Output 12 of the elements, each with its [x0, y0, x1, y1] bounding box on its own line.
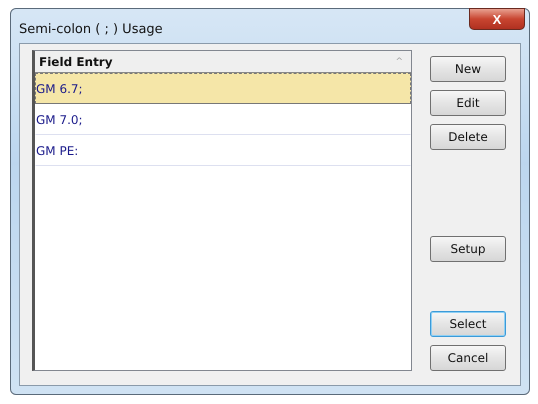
dialog-button[interactable]: Delete — [430, 124, 506, 150]
dialog-button[interactable]: New — [430, 56, 506, 82]
dialog-button[interactable]: Select — [430, 311, 506, 337]
dialog-button[interactable]: Cancel — [430, 345, 506, 371]
dialog-button[interactable]: Setup — [430, 236, 506, 262]
list-row[interactable]: GM 6.7; — [35, 73, 411, 104]
dialog-button[interactable]: Edit — [430, 90, 506, 116]
column-header-label: Field Entry — [39, 54, 113, 68]
column-header[interactable]: Field Entry ^ — [35, 51, 411, 73]
sort-indicator: ^ — [395, 56, 403, 66]
close-button[interactable]: X — [469, 8, 525, 30]
window-title: Semi-colon ( ; ) Usage — [19, 22, 163, 37]
